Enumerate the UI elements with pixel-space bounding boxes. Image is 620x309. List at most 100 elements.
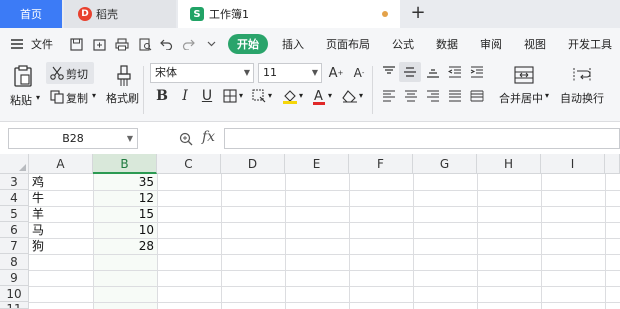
column-header-c[interactable]: C — [157, 154, 221, 174]
cell[interactable]: 牛 — [32, 190, 92, 206]
column-header-a[interactable]: A — [29, 154, 93, 174]
row-header[interactable]: 3 — [0, 174, 29, 190]
cell[interactable]: 10 — [94, 222, 154, 238]
undo-icon[interactable] — [157, 35, 175, 53]
tab-workbook[interactable]: S 工作簿1 — [178, 0, 400, 28]
cell[interactable]: 12 — [94, 190, 154, 206]
row-header[interactable]: 10 — [0, 286, 29, 302]
fill-color-dropdown-icon[interactable]: ▾ — [299, 91, 303, 100]
column-header-d[interactable]: D — [221, 154, 285, 174]
row-header[interactable]: 4 — [0, 190, 29, 206]
print-icon[interactable] — [113, 35, 131, 53]
column-header-h[interactable]: H — [477, 154, 541, 174]
row-header[interactable]: 6 — [0, 222, 29, 238]
justify-icon[interactable] — [447, 88, 463, 104]
customize-toolbar-chevron-icon[interactable] — [202, 35, 220, 53]
cell-style-dropdown-icon[interactable]: ▾ — [268, 91, 272, 100]
wrap-text-icon[interactable] — [571, 65, 593, 85]
menu-insert[interactable]: 插入 — [282, 36, 304, 52]
fx-icon[interactable]: fx — [202, 129, 215, 145]
name-box[interactable]: B28 ▼ — [8, 128, 138, 149]
column-header-e[interactable]: E — [285, 154, 349, 174]
row-header[interactable]: 5 — [0, 206, 29, 222]
row-header[interactable]: 8 — [0, 254, 29, 270]
wrap-text-label[interactable]: 自动换行 — [560, 90, 604, 106]
menu-view[interactable]: 视图 — [524, 36, 546, 52]
borders-icon[interactable] — [222, 88, 238, 104]
font-color-dropdown-icon[interactable]: ▾ — [328, 91, 332, 100]
name-box-value: B28 — [62, 132, 84, 145]
menu-start[interactable]: 开始 — [228, 34, 268, 54]
cell[interactable]: 马 — [32, 222, 92, 238]
select-all-corner[interactable] — [0, 154, 29, 174]
column-header-j[interactable] — [605, 154, 620, 174]
align-right-icon[interactable] — [425, 88, 441, 104]
tab-bar: 首页 D 稻壳 S 工作簿1 + — [0, 0, 620, 28]
menu-developer[interactable]: 开发工具 — [568, 36, 612, 52]
cell[interactable]: 羊 — [32, 206, 92, 222]
row-header[interactable]: 7 — [0, 238, 29, 254]
format-painter-label[interactable]: 格式刷 — [106, 90, 139, 106]
font-color-icon[interactable]: A — [311, 87, 327, 105]
merge-center-icon[interactable] — [513, 65, 535, 85]
copy-label[interactable]: 复制 — [66, 90, 88, 106]
underline-icon[interactable]: U — [199, 87, 215, 105]
row-header[interactable]: 9 — [0, 270, 29, 286]
save-icon[interactable] — [67, 35, 85, 53]
merge-center-label[interactable]: 合并居中 — [499, 90, 543, 106]
font-name-select[interactable]: 宋体 ▼ — [150, 63, 254, 83]
align-center-icon[interactable] — [403, 88, 419, 104]
bold-icon[interactable]: B — [154, 87, 170, 105]
cell[interactable]: 15 — [94, 206, 154, 222]
paste-label[interactable]: 粘贴 — [10, 92, 32, 108]
print-preview-icon[interactable] — [136, 35, 154, 53]
new-tab-button[interactable]: + — [408, 3, 428, 23]
hamburger-menu-icon[interactable] — [8, 35, 26, 53]
paste-icon[interactable] — [12, 64, 34, 88]
row-header[interactable]: 11 — [0, 302, 29, 309]
copy-dropdown-icon[interactable]: ▾ — [92, 91, 96, 100]
menu-data[interactable]: 数据 — [436, 36, 458, 52]
cell[interactable]: 28 — [94, 238, 154, 254]
cell[interactable]: 35 — [94, 174, 154, 190]
tab-home[interactable]: 首页 — [0, 0, 62, 28]
fill-color-icon[interactable] — [282, 88, 298, 104]
export-icon[interactable] — [90, 35, 108, 53]
align-bottom-icon[interactable] — [425, 64, 441, 80]
clear-dropdown-icon[interactable]: ▾ — [359, 91, 363, 100]
increase-indent-icon[interactable] — [469, 64, 485, 80]
paste-dropdown-icon[interactable]: ▾ — [36, 93, 40, 102]
merge-center-dropdown-icon[interactable]: ▾ — [545, 91, 549, 100]
cell[interactable]: 鸡 — [32, 174, 92, 190]
formula-input[interactable] — [224, 128, 620, 149]
column-header-g[interactable]: G — [413, 154, 477, 174]
align-middle-icon[interactable] — [399, 62, 421, 82]
spreadsheet-grid[interactable]: A B C D E F G H I 3 4 5 6 7 8 9 10 11 鸡 … — [0, 154, 620, 309]
unsaved-dot-icon — [382, 11, 388, 17]
borders-dropdown-icon[interactable]: ▾ — [239, 91, 243, 100]
zoom-search-icon[interactable] — [178, 131, 194, 147]
distributed-align-icon[interactable] — [469, 88, 485, 104]
column-header-i[interactable]: I — [541, 154, 605, 174]
copy-icon[interactable] — [50, 90, 64, 104]
clear-eraser-icon[interactable] — [342, 88, 358, 104]
tab-docer[interactable]: D 稻壳 — [64, 0, 176, 28]
align-top-icon[interactable] — [381, 64, 397, 80]
menu-formulas[interactable]: 公式 — [392, 36, 414, 52]
column-header-f[interactable]: F — [349, 154, 413, 174]
menu-page-layout[interactable]: 页面布局 — [326, 36, 370, 52]
decrease-font-size-icon[interactable]: A- — [350, 64, 368, 82]
font-size-select[interactable]: 11 ▼ — [258, 63, 322, 83]
menu-file[interactable]: 文件 — [31, 36, 53, 52]
decrease-indent-icon[interactable] — [447, 64, 463, 80]
grid-line — [29, 286, 620, 287]
format-painter-icon[interactable] — [113, 64, 135, 88]
column-header-b[interactable]: B — [93, 154, 157, 174]
italic-icon[interactable]: I — [177, 87, 193, 105]
align-left-icon[interactable] — [381, 88, 397, 104]
cell-style-icon[interactable] — [251, 88, 267, 104]
cell[interactable]: 狗 — [32, 238, 92, 254]
menu-review[interactable]: 审阅 — [480, 36, 502, 52]
redo-icon[interactable] — [179, 35, 197, 53]
increase-font-size-icon[interactable]: A + — [327, 64, 345, 82]
